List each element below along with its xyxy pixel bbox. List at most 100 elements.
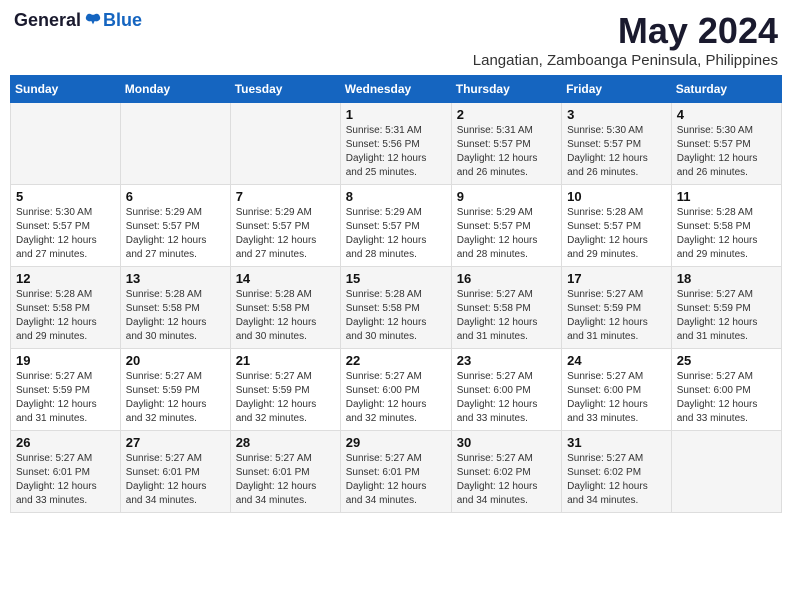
day-number: 11	[677, 189, 776, 204]
day-number: 26	[16, 435, 115, 450]
week-row-1: 1 Sunrise: 5:31 AMSunset: 5:56 PMDaylight…	[11, 103, 782, 185]
day-cell-6: 6 Sunrise: 5:29 AMSunset: 5:57 PMDaylight…	[120, 185, 230, 267]
day-cell-9: 9 Sunrise: 5:29 AMSunset: 5:57 PMDaylight…	[451, 185, 561, 267]
day-number: 1	[346, 107, 446, 122]
day-cell-20: 20Sunrise: 5:27 AMSunset: 5:59 PMDayligh…	[120, 349, 230, 431]
calendar-table: SundayMondayTuesdayWednesdayThursdayFrid…	[10, 75, 782, 513]
day-info: Sunrise: 5:28 AMSunset: 5:58 PMDaylight:…	[677, 206, 776, 262]
day-cell-5: 5 Sunrise: 5:30 AMSunset: 5:57 PMDaylight…	[11, 185, 121, 267]
month-title: May 2024	[473, 10, 778, 52]
day-info: Sunrise: 5:27 AMSunset: 6:00 PMDaylight:…	[457, 370, 556, 426]
day-info: Sunrise: 5:29 AMSunset: 5:57 PMDaylight:…	[236, 206, 335, 262]
day-number: 24	[567, 353, 666, 368]
day-info: Sunrise: 5:27 AMSunset: 6:01 PMDaylight:…	[236, 452, 335, 508]
day-number: 7	[236, 189, 335, 204]
day-number: 2	[457, 107, 556, 122]
day-number: 18	[677, 271, 776, 286]
day-cell-8: 8Sunrise: 5:29 AMSunset: 5:57 PMDaylight…	[340, 185, 451, 267]
day-number: 5	[16, 189, 115, 204]
day-info: Sunrise: 5:31 AMSunset: 5:57 PMDaylight:…	[457, 124, 556, 180]
day-info: Sunrise: 5:30 AMSunset: 5:57 PMDaylight:…	[16, 206, 115, 262]
week-row-2: 5 Sunrise: 5:30 AMSunset: 5:57 PMDaylight…	[11, 185, 782, 267]
day-number: 23	[457, 353, 556, 368]
location-title: Langatian, Zamboanga Peninsula, Philippi…	[473, 52, 778, 69]
weekday-header-monday: Monday	[120, 76, 230, 103]
empty-cell	[120, 103, 230, 185]
day-info: Sunrise: 5:27 AMSunset: 5:59 PMDaylight:…	[16, 370, 115, 426]
day-number: 17	[567, 271, 666, 286]
day-number: 16	[457, 271, 556, 286]
day-info: Sunrise: 5:31 AMSunset: 5:56 PMDaylight:…	[346, 124, 446, 180]
day-number: 10	[567, 189, 666, 204]
weekday-header-row: SundayMondayTuesdayWednesdayThursdayFrid…	[11, 76, 782, 103]
day-info: Sunrise: 5:29 AMSunset: 5:57 PMDaylight:…	[126, 206, 225, 262]
empty-cell	[11, 103, 121, 185]
day-cell-25: 25 Sunrise: 5:27 AMSunset: 6:00 PMDayligh…	[671, 349, 781, 431]
day-number: 15	[346, 271, 446, 286]
day-cell-3: 3 Sunrise: 5:30 AMSunset: 5:57 PMDaylight…	[562, 103, 672, 185]
day-number: 19	[16, 353, 115, 368]
page-header: General Blue May 2024 Langatian, Zamboan…	[10, 10, 782, 69]
day-number: 27	[126, 435, 225, 450]
weekday-header-tuesday: Tuesday	[230, 76, 340, 103]
day-info: Sunrise: 5:27 AMSunset: 6:01 PMDaylight:…	[346, 452, 446, 508]
day-cell-12: 12Sunrise: 5:28 AMSunset: 5:58 PMDayligh…	[11, 267, 121, 349]
day-cell-21: 21Sunrise: 5:27 AMSunset: 5:59 PMDayligh…	[230, 349, 340, 431]
logo: General Blue	[14, 10, 142, 31]
day-cell-30: 30 Sunrise: 5:27 AMSunset: 6:02 PMDayligh…	[451, 431, 561, 513]
day-cell-23: 23 Sunrise: 5:27 AMSunset: 6:00 PMDayligh…	[451, 349, 561, 431]
day-cell-26: 26 Sunrise: 5:27 AMSunset: 6:01 PMDayligh…	[11, 431, 121, 513]
day-info: Sunrise: 5:27 AMSunset: 5:58 PMDaylight:…	[457, 288, 556, 344]
day-number: 28	[236, 435, 335, 450]
day-cell-7: 7 Sunrise: 5:29 AMSunset: 5:57 PMDaylight…	[230, 185, 340, 267]
day-cell-22: 22 Sunrise: 5:27 AMSunset: 6:00 PMDayligh…	[340, 349, 451, 431]
day-info: Sunrise: 5:28 AMSunset: 5:57 PMDaylight:…	[567, 206, 666, 262]
empty-cell	[230, 103, 340, 185]
logo-bird-icon	[83, 11, 103, 31]
day-number: 9	[457, 189, 556, 204]
day-cell-1: 1 Sunrise: 5:31 AMSunset: 5:56 PMDaylight…	[340, 103, 451, 185]
day-number: 6	[126, 189, 225, 204]
weekday-header-sunday: Sunday	[11, 76, 121, 103]
day-info: Sunrise: 5:29 AMSunset: 5:57 PMDaylight:…	[457, 206, 556, 262]
day-number: 14	[236, 271, 335, 286]
day-info: Sunrise: 5:27 AMSunset: 5:59 PMDaylight:…	[567, 288, 666, 344]
day-info: Sunrise: 5:27 AMSunset: 6:02 PMDaylight:…	[457, 452, 556, 508]
day-number: 4	[677, 107, 776, 122]
day-number: 30	[457, 435, 556, 450]
day-number: 22	[346, 353, 446, 368]
day-info: Sunrise: 5:28 AMSunset: 5:58 PMDaylight:…	[236, 288, 335, 344]
empty-cell	[671, 431, 781, 513]
weekday-header-saturday: Saturday	[671, 76, 781, 103]
day-info: Sunrise: 5:30 AMSunset: 5:57 PMDaylight:…	[567, 124, 666, 180]
day-info: Sunrise: 5:28 AMSunset: 5:58 PMDaylight:…	[126, 288, 225, 344]
day-number: 12	[16, 271, 115, 286]
day-info: Sunrise: 5:27 AMSunset: 6:00 PMDaylight:…	[677, 370, 776, 426]
day-info: Sunrise: 5:27 AMSunset: 6:01 PMDaylight:…	[126, 452, 225, 508]
weekday-header-friday: Friday	[562, 76, 672, 103]
day-info: Sunrise: 5:27 AMSunset: 6:00 PMDaylight:…	[346, 370, 446, 426]
week-row-3: 12 Sunrise: 5:28 AMSunset: 5:58 PMDayligh…	[11, 267, 782, 349]
day-number: 31	[567, 435, 666, 450]
day-number: 21	[236, 353, 335, 368]
day-number: 8	[346, 189, 446, 204]
day-info: Sunrise: 5:27 AMSunset: 6:00 PMDaylight:…	[567, 370, 666, 426]
day-number: 3	[567, 107, 666, 122]
logo-blue: Blue	[103, 10, 142, 31]
day-info: Sunrise: 5:27 AMSunset: 5:59 PMDaylight:…	[677, 288, 776, 344]
day-number: 29	[346, 435, 446, 450]
day-info: Sunrise: 5:30 AMSunset: 5:57 PMDaylight:…	[677, 124, 776, 180]
day-info: Sunrise: 5:28 AMSunset: 5:58 PMDaylight:…	[346, 288, 446, 344]
day-cell-28: 28 Sunrise: 5:27 AMSunset: 6:01 PMDayligh…	[230, 431, 340, 513]
day-cell-4: 4 Sunrise: 5:30 AMSunset: 5:57 PMDaylight…	[671, 103, 781, 185]
day-info: Sunrise: 5:27 AMSunset: 6:01 PMDaylight:…	[16, 452, 115, 508]
day-cell-31: 31 Sunrise: 5:27 AMSunset: 6:02 PMDayligh…	[562, 431, 672, 513]
day-cell-16: 16 Sunrise: 5:27 AMSunset: 5:58 PMDayligh…	[451, 267, 561, 349]
day-number: 25	[677, 353, 776, 368]
day-info: Sunrise: 5:27 AMSunset: 6:02 PMDaylight:…	[567, 452, 666, 508]
day-cell-11: 11 Sunrise: 5:28 AMSunset: 5:58 PMDayligh…	[671, 185, 781, 267]
day-cell-27: 27 Sunrise: 5:27 AMSunset: 6:01 PMDayligh…	[120, 431, 230, 513]
day-number: 20	[126, 353, 225, 368]
weekday-header-thursday: Thursday	[451, 76, 561, 103]
week-row-5: 26 Sunrise: 5:27 AMSunset: 6:01 PMDayligh…	[11, 431, 782, 513]
